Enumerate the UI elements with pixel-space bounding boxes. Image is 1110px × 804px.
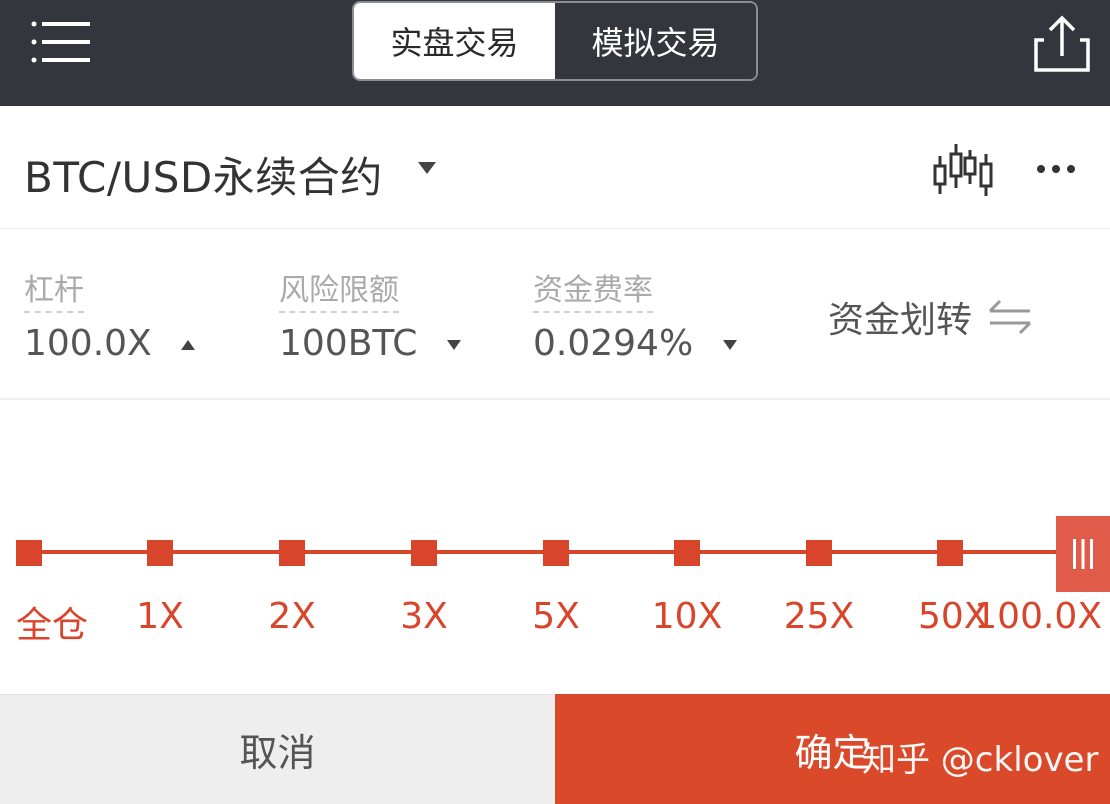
slider-stop[interactable]	[16, 540, 42, 566]
contract-stats: 杠杆 100.0X 风险限额 100BTC 资金费率 0.0294% 资金划转	[0, 228, 1110, 400]
slider-stop[interactable]	[411, 540, 437, 566]
swap-arrows-icon	[988, 299, 1032, 335]
leverage-value: 100.0X	[24, 323, 196, 364]
slider-stop-label[interactable]: 全仓	[16, 596, 88, 648]
risk-limit-stat[interactable]: 风险限额 100BTC	[279, 265, 461, 364]
slider-stop-label[interactable]: 100.0X	[974, 596, 1102, 637]
trade-mode-switch: 实盘交易 模拟交易	[352, 1, 758, 81]
slider-stop-label[interactable]: 1X	[136, 596, 184, 637]
slider-stop-label[interactable]: 3X	[400, 596, 448, 637]
fund-transfer-label: 资金划转	[828, 300, 973, 341]
slider-stop-label[interactable]: 10X	[652, 596, 722, 637]
tab-demo-trading[interactable]: 模拟交易	[555, 3, 756, 79]
slider-stop-label[interactable]: 25X	[784, 596, 854, 637]
funding-rate-label: 资金费率	[533, 265, 653, 313]
slider-stop[interactable]	[937, 540, 963, 566]
funding-rate-value: 0.0294%	[533, 323, 737, 364]
chevron-down-icon	[446, 340, 461, 350]
risk-limit-value: 100BTC	[279, 323, 461, 364]
leverage-stat[interactable]: 杠杆 100.0X	[24, 265, 196, 364]
slider-stop[interactable]	[279, 540, 305, 566]
cancel-button[interactable]: 取消	[0, 694, 555, 804]
candlestick-icon[interactable]	[932, 142, 994, 198]
slider-stop[interactable]	[674, 540, 700, 566]
funding-rate-stat[interactable]: 资金费率 0.0294%	[533, 265, 737, 364]
fund-transfer-button[interactable]: 资金划转	[828, 291, 1032, 343]
slider-stop[interactable]	[543, 540, 569, 566]
drag-handle-icon	[1073, 539, 1093, 569]
funding-rate-value-text: 0.0294%	[533, 323, 694, 364]
contract-title[interactable]: BTC/USD永续合约	[24, 144, 383, 205]
share-icon[interactable]	[1030, 14, 1094, 74]
contract-header: BTC/USD永续合约	[0, 106, 1110, 228]
risk-limit-value-text: 100BTC	[279, 323, 418, 364]
watermark: 知乎 @cklover	[862, 740, 1099, 780]
more-icon[interactable]	[1036, 162, 1076, 176]
risk-limit-label: 风险限额	[279, 265, 399, 313]
tab-live-trading[interactable]: 实盘交易	[354, 3, 555, 79]
chevron-up-icon	[181, 340, 196, 350]
slider-thumb[interactable]	[1056, 516, 1110, 592]
chevron-down-icon[interactable]	[418, 162, 436, 174]
menu-icon[interactable]	[30, 18, 92, 66]
leverage-label: 杠杆	[24, 265, 84, 313]
slider-stop[interactable]	[806, 540, 832, 566]
leverage-value-text: 100.0X	[24, 323, 152, 364]
chevron-down-icon	[722, 340, 737, 350]
slider-stop-label[interactable]: 5X	[532, 596, 580, 637]
slider-stop-label[interactable]: 2X	[268, 596, 316, 637]
slider-stop[interactable]	[147, 540, 173, 566]
leverage-slider: 全仓 1X 2X 3X 5X 10X 25X 50X 100.0X	[0, 400, 1110, 694]
top-navigation-bar: 实盘交易 模拟交易	[0, 0, 1110, 106]
